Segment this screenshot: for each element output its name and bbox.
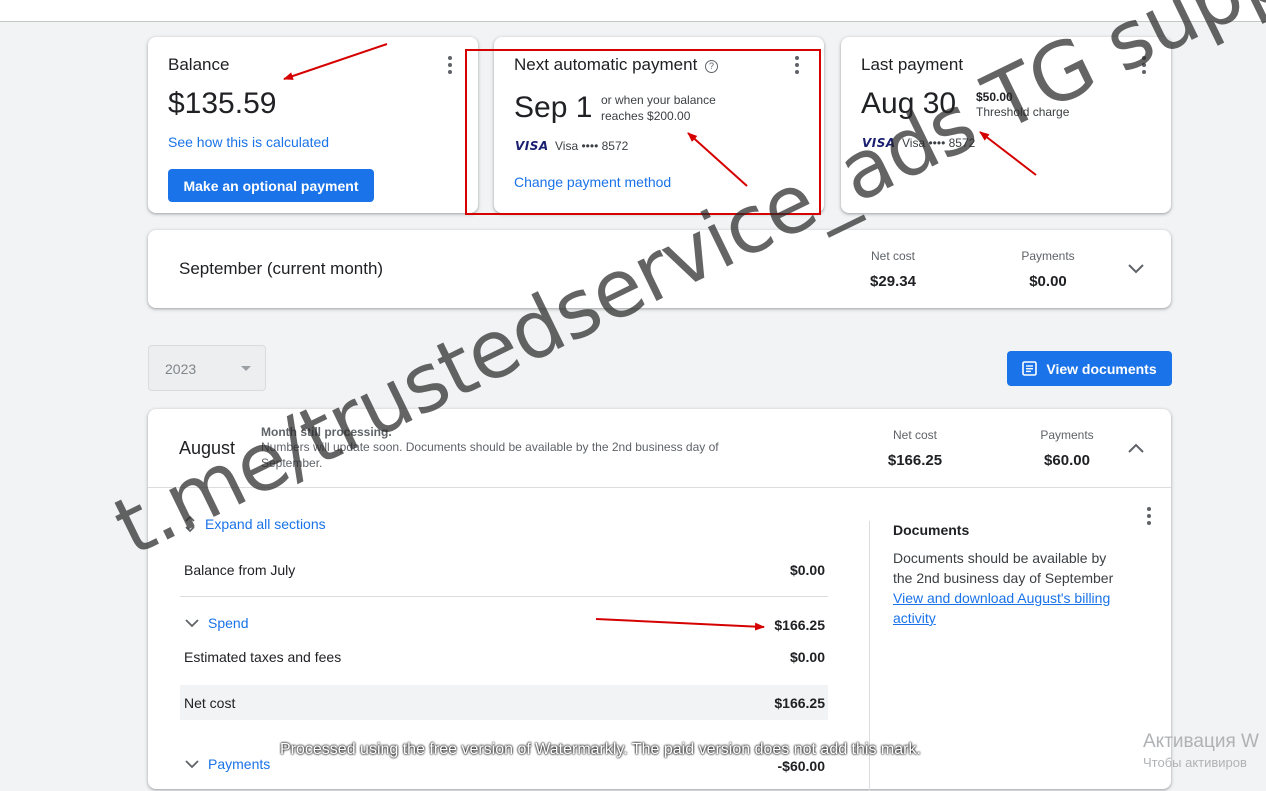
documents-more-icon[interactable] xyxy=(1141,506,1157,526)
current-payments-label: Payments xyxy=(1021,249,1075,263)
august-net-cost-value: $166.25 xyxy=(887,452,943,469)
last-payment-card-number: Visa •••• 8572 xyxy=(902,136,976,150)
august-card: August Month still processing. Numbers w… xyxy=(148,409,1171,791)
watermarkly-notice: Processed using the free version of Wate… xyxy=(280,741,921,758)
next-payment-title-text: Next automatic payment xyxy=(514,55,698,74)
chevron-down-icon xyxy=(185,619,199,628)
chevron-up-icon[interactable] xyxy=(1126,440,1146,456)
next-payment-date: Sep 1 xyxy=(514,91,593,124)
row-taxes-label: Estimated taxes and fees xyxy=(184,649,342,665)
last-payment-amount: $50.00 xyxy=(976,90,1013,104)
august-title: August xyxy=(179,438,236,458)
last-payment-card: Last payment Aug 30 $50.00 Threshold cha… xyxy=(841,37,1171,213)
documents-line1: Documents should be available by xyxy=(893,550,1107,566)
view-documents-button[interactable]: View documents xyxy=(1007,351,1172,386)
balance-card: Balance $135.59 See how this is calculat… xyxy=(148,37,478,213)
visa-logo-icon: VISA xyxy=(515,139,549,153)
august-status-title: Month still processing. xyxy=(261,425,392,439)
row-divider xyxy=(180,596,828,597)
row-spend-value: $166.25 xyxy=(774,617,825,633)
windows-activation-line2: Чтобы активиров xyxy=(1143,755,1247,770)
change-payment-method-link[interactable]: Change payment method xyxy=(514,174,671,190)
documents-line2: the 2nd business day of September xyxy=(893,570,1114,586)
row-net-cost-label: Net cost xyxy=(184,695,236,711)
next-payment-condition-line2: reaches $200.00 xyxy=(601,109,691,123)
current-payments-value: $0.00 xyxy=(1029,273,1067,290)
balance-title: Balance xyxy=(168,55,230,74)
row-net-cost-value: $166.25 xyxy=(774,695,825,711)
balance-amount: $135.59 xyxy=(168,87,277,120)
august-payments-label: Payments xyxy=(1040,428,1094,442)
august-header-divider xyxy=(148,487,1171,488)
next-payment-card: Next automatic payment ? Sep 1 or when y… xyxy=(494,37,824,213)
top-bar xyxy=(0,0,1266,22)
last-payment-reason: Threshold charge xyxy=(976,105,1070,119)
last-payment-title: Last payment xyxy=(861,55,964,74)
row-balance-from-july-value: $0.00 xyxy=(789,562,825,578)
documents-link-line2[interactable]: activity xyxy=(893,610,936,626)
august-status-line1: Numbers will update soon. Documents shou… xyxy=(261,440,719,454)
next-payment-title: Next automatic payment ? xyxy=(514,55,719,75)
row-spend-label: Spend xyxy=(208,615,249,631)
documents-title: Documents xyxy=(893,522,970,538)
august-status-line2: September. xyxy=(261,456,323,470)
next-payment-card-number: Visa •••• 8572 xyxy=(555,139,629,153)
next-payment-more-icon[interactable] xyxy=(789,55,805,75)
august-net-cost-label: Net cost xyxy=(892,428,937,442)
windows-activation-line1: Активация W xyxy=(1143,731,1259,752)
view-documents-label: View documents xyxy=(1046,360,1157,377)
august-payments-value: $60.00 xyxy=(1044,452,1090,469)
year-select-value: 2023 xyxy=(165,361,197,377)
net-cost-row: Net cost $166.25 xyxy=(180,685,828,720)
expand-all-label: Expand all sections xyxy=(205,516,326,532)
row-taxes-value: $0.00 xyxy=(789,649,825,665)
last-payment-date: Aug 30 xyxy=(861,87,957,120)
last-payment-more-icon[interactable] xyxy=(1136,55,1152,75)
make-payment-button[interactable]: Make an optional payment xyxy=(168,169,374,202)
current-net-cost-value: $29.34 xyxy=(870,273,916,290)
document-icon xyxy=(1022,361,1038,376)
help-icon[interactable]: ? xyxy=(705,60,719,73)
see-calculation-link[interactable]: See how this is calculated xyxy=(168,134,329,150)
row-spend-toggle[interactable]: Spend xyxy=(184,615,248,631)
documents-link-line1[interactable]: View and download August's billing xyxy=(893,590,1110,606)
row-payments-label: Payments xyxy=(208,756,271,772)
year-select[interactable]: 2023 xyxy=(148,345,266,391)
expand-all-sections[interactable]: Expand all sections xyxy=(183,514,326,534)
chevron-down-icon xyxy=(185,760,199,769)
current-month-title: September (current month) xyxy=(179,259,384,278)
next-payment-condition-line1: or when your balance xyxy=(601,93,716,107)
august-header[interactable]: August Month still processing. Numbers w… xyxy=(148,409,1171,487)
current-month-card[interactable]: September (current month) Net cost $29.3… xyxy=(148,230,1171,308)
row-balance-from-july-label: Balance from July xyxy=(184,562,296,578)
chevron-down-icon[interactable] xyxy=(1126,261,1146,277)
balance-more-icon[interactable] xyxy=(442,55,458,75)
unfold-icon xyxy=(185,515,195,533)
visa-logo-icon: VISA xyxy=(862,136,896,150)
row-payments-value: -$60.00 xyxy=(777,758,825,774)
dropdown-arrow-icon xyxy=(241,366,251,371)
current-net-cost-label: Net cost xyxy=(870,249,915,263)
row-payments-toggle[interactable]: Payments xyxy=(184,756,270,772)
